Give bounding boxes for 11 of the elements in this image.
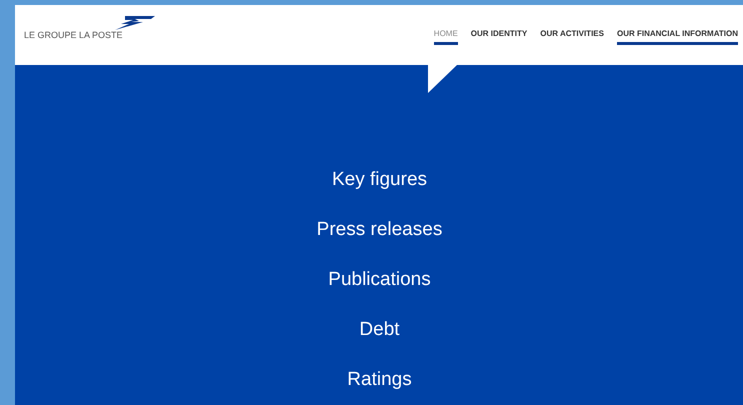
nav-link[interactable]: HOME [434,30,458,45]
menu-link[interactable]: Debt [359,317,400,343]
menu-link[interactable]: Publications [328,267,431,293]
bird-logo-icon [115,16,155,30]
menu-link[interactable]: Ratings [347,367,412,393]
nav-link[interactable]: OUR FINANCIAL INFORMATION [616,30,738,45]
logo-text: LE GROUPE LA POSTE [24,31,123,40]
nav-link[interactable]: OUR IDENTITY [470,30,528,45]
menu-link[interactable]: Key figures [332,167,428,193]
nav-link[interactable]: OUR ACTIVITIES [540,30,604,45]
menu-link[interactable]: Press releases [316,217,442,243]
